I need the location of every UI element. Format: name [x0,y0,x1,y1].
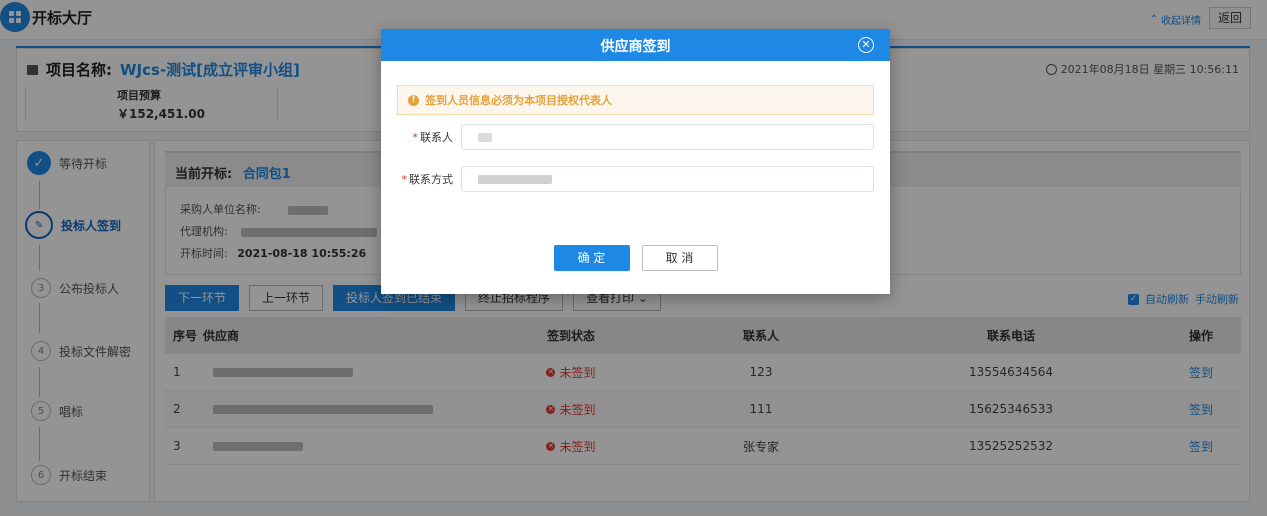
warning-icon: ! [408,94,419,106]
redacted-text [478,133,492,142]
phone-input[interactable] [461,166,874,192]
close-icon[interactable]: ✕ [858,37,874,53]
contact-input[interactable] [461,124,874,150]
contact-row: * 联系人 [397,124,874,150]
dialog-header: 供应商签到 ✕ [381,29,890,61]
redacted-text [478,175,552,184]
confirm-button[interactable]: 确 定 [553,245,630,271]
cancel-button[interactable]: 取 消 [641,245,718,271]
notice-banner: ! 签到人员信息必须为本项目授权代表人 [397,85,874,115]
phone-row: * 联系方式 [397,166,874,192]
dialog-title: 供应商签到 [600,39,671,55]
dialog-buttons: 确 定 取 消 [381,245,890,271]
phone-label: 联系方式 [409,173,453,186]
supplier-signin-dialog: 供应商签到 ✕ ! 签到人员信息必须为本项目授权代表人 * 联系人 * 联系方式 确… [381,29,890,294]
contact-label: 联系人 [420,131,453,144]
